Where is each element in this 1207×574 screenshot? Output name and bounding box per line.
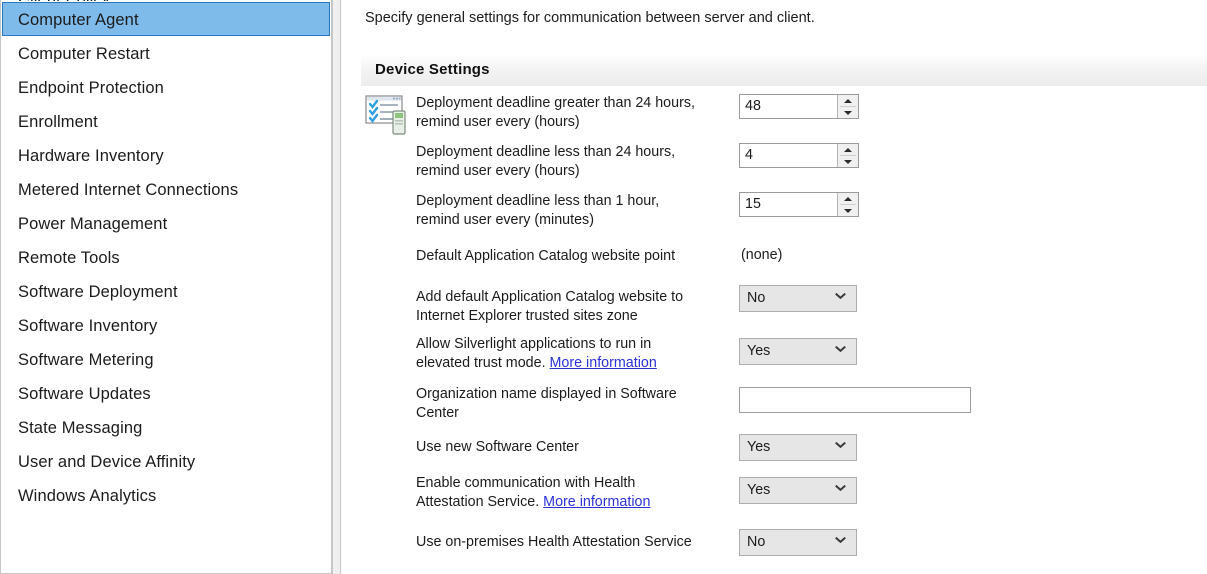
row-label-line2: Center — [416, 405, 459, 421]
health-attestation-dropdown[interactable]: Yes — [739, 477, 857, 504]
row-label-line2: remind user every (minutes) — [416, 212, 594, 228]
sidebar-item-metered-internet-connections[interactable]: Metered Internet Connections — [2, 172, 330, 206]
sidebar-item-enrollment[interactable]: Enrollment — [2, 104, 330, 138]
remind-hours-lt24-stepper[interactable]: 4 — [739, 143, 859, 168]
device-settings-detail-panel: Specify general settings for communicati… — [341, 0, 1207, 567]
row-label-line2: elevated trust mode. — [416, 355, 550, 371]
sidebar-scroll-gutter[interactable] — [332, 0, 341, 574]
category-list[interactable]: Client Policy Computer Agent Computer Re… — [0, 0, 332, 574]
allow-silverlight-dropdown[interactable]: Yes — [739, 338, 857, 365]
dropdown-value: Yes — [747, 439, 771, 455]
sidebar-item-state-messaging[interactable]: State Messaging — [2, 410, 330, 444]
row-label: Enable communication with Health Attesta… — [416, 474, 736, 512]
stepper-buttons[interactable] — [837, 144, 858, 167]
row-label-line2: Internet Explorer trusted sites zone — [416, 308, 638, 324]
row-label-line2: remind user every (hours) — [416, 163, 580, 179]
row-label-line1: Deployment deadline greater than 24 hour… — [416, 95, 695, 111]
row-label-line1: Add default Application Catalog website … — [416, 289, 684, 305]
row-label: Organization name displayed in Software … — [416, 385, 736, 423]
row-label: Deployment deadline less than 1 hour, re… — [416, 192, 736, 230]
sidebar-item-computer-restart[interactable]: Computer Restart — [2, 36, 330, 70]
stepper-down-icon[interactable] — [838, 107, 858, 118]
row-label-line2: Attestation Service. — [416, 494, 544, 510]
sidebar-item-windows-analytics[interactable]: Windows Analytics — [2, 478, 330, 512]
sidebar-item-user-and-device-affinity[interactable]: User and Device Affinity — [2, 444, 330, 478]
settings-category-sidebar: Client Policy Computer Agent Computer Re… — [0, 0, 341, 574]
row-label: Use on-premises Health Attestation Servi… — [416, 533, 756, 552]
row-label: Default Application Catalog website poin… — [416, 247, 756, 266]
row-label-line1: Use on-premises Health Attestation Servi… — [416, 534, 692, 550]
row-label-line1: Use new Software Center — [416, 439, 579, 455]
sidebar-item-software-deployment[interactable]: Software Deployment — [2, 274, 330, 308]
dropdown-value: No — [747, 534, 766, 550]
dropdown-value: Yes — [747, 343, 771, 359]
sidebar-item-hardware-inventory[interactable]: Hardware Inventory — [2, 138, 330, 172]
row-label: Deployment deadline less than 24 hours, … — [416, 143, 736, 181]
chevron-down-icon — [836, 295, 845, 304]
stepper-buttons[interactable] — [837, 193, 858, 216]
stepper-up-icon[interactable] — [838, 193, 858, 204]
sidebar-item-remote-tools[interactable]: Remote Tools — [2, 240, 330, 274]
stepper-down-icon[interactable] — [838, 205, 858, 216]
stepper-up-icon[interactable] — [838, 95, 858, 106]
row-label-line1: Deployment deadline less than 1 hour, — [416, 193, 660, 209]
row-label: Allow Silverlight applications to run in… — [416, 335, 736, 373]
use-new-software-center-dropdown[interactable]: Yes — [739, 434, 857, 461]
more-information-link[interactable]: More information — [543, 494, 650, 510]
row-label-line1: Enable communication with Health — [416, 475, 636, 491]
sidebar-item-software-updates[interactable]: Software Updates — [2, 376, 330, 410]
sidebar-item-computer-agent[interactable]: Computer Agent — [2, 2, 330, 36]
chevron-down-icon — [836, 539, 845, 548]
stepper-buttons[interactable] — [837, 95, 858, 118]
sidebar-item-endpoint-protection[interactable]: Endpoint Protection — [2, 70, 330, 104]
stepper-value: 15 — [745, 196, 761, 212]
on-premises-health-attestation-dropdown[interactable]: No — [739, 529, 857, 556]
stepper-value: 4 — [745, 147, 753, 163]
dropdown-value: No — [747, 290, 766, 306]
chevron-down-icon — [836, 444, 845, 453]
row-label: Add default Application Catalog website … — [416, 288, 736, 326]
row-label-line2: remind user every (hours) — [416, 114, 580, 130]
row-label-line1: Deployment deadline less than 24 hours, — [416, 144, 676, 160]
remind-hours-gt24-stepper[interactable]: 48 — [739, 94, 859, 119]
row-label-line1: Organization name displayed in Software — [416, 386, 677, 402]
dropdown-value: Yes — [747, 482, 771, 498]
stepper-up-icon[interactable] — [838, 144, 858, 155]
app-catalog-website-value: (none) — [741, 247, 783, 263]
stepper-down-icon[interactable] — [838, 156, 858, 167]
row-label-line1: Allow Silverlight applications to run in — [416, 336, 652, 352]
stepper-value: 48 — [745, 98, 761, 114]
sidebar-item-software-inventory[interactable]: Software Inventory — [2, 308, 330, 342]
sidebar-item-software-metering[interactable]: Software Metering — [2, 342, 330, 376]
more-information-link[interactable]: More information — [550, 355, 657, 371]
organization-name-input[interactable] — [739, 387, 971, 413]
settings-rows: Deployment deadline greater than 24 hour… — [341, 0, 1207, 567]
row-label: Use new Software Center — [416, 438, 736, 457]
remind-minutes-lt1h-stepper[interactable]: 15 — [739, 192, 859, 217]
row-label: Deployment deadline greater than 24 hour… — [416, 94, 736, 132]
chevron-down-icon — [836, 487, 845, 496]
chevron-down-icon — [836, 348, 845, 357]
sidebar-item-power-management[interactable]: Power Management — [2, 206, 330, 240]
row-label-line1: Default Application Catalog website poin… — [416, 248, 676, 264]
add-catalog-trusted-sites-dropdown[interactable]: No — [739, 285, 857, 312]
